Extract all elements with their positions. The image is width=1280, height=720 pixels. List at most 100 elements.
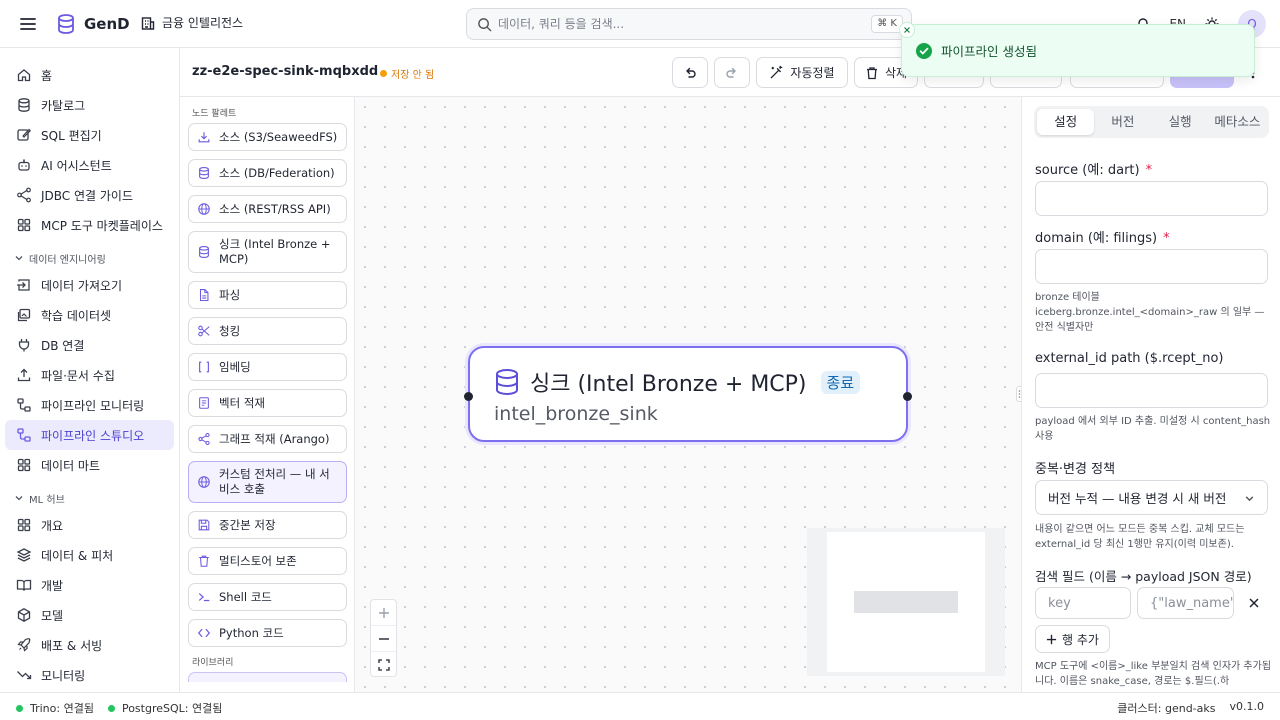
dedup-policy-select[interactable]: 버전 누적 — 내용 변경 시 새 버전 bbox=[1035, 480, 1268, 515]
pipeline-name[interactable]: zz-e2e-spec-sink-mqbxdd bbox=[192, 64, 378, 79]
palette-item-11[interactable]: 멀티스토어 보존 bbox=[188, 547, 347, 575]
palette-item-6[interactable]: 임베딩 bbox=[188, 353, 347, 381]
menu-icon[interactable] bbox=[18, 14, 38, 34]
tab-runs[interactable]: 실행 bbox=[1152, 109, 1209, 135]
section-label: ML 허브 bbox=[29, 494, 65, 506]
app-logo[interactable]: GenD bbox=[56, 13, 130, 35]
workspace-selector[interactable]: 금융 인텔리전스 bbox=[140, 14, 243, 31]
dedup-policy-help: 내용이 같으면 어느 모드든 중복 스킵. 교체 모드는 external_id… bbox=[1035, 524, 1245, 550]
sidebar-item-ml-5[interactable]: 모니터링 bbox=[5, 660, 174, 690]
sidebar-item-ml-1[interactable]: 데이터 & 피처 bbox=[5, 540, 174, 570]
section-label: 데이터 엔지니어링 bbox=[29, 254, 106, 266]
sidebar-item-de-6[interactable]: 데이터 마트 bbox=[5, 450, 174, 480]
trash-icon bbox=[197, 554, 211, 568]
palette-item-1[interactable]: 소스 (DB/Federation) bbox=[188, 159, 347, 187]
pipeline-node-sink[interactable]: 싱크 (Intel Bronze + MCP) 종료 intel_bronze_… bbox=[464, 346, 912, 442]
sidebar-item-top-1[interactable]: 카탈로그 bbox=[5, 90, 174, 120]
domain-input[interactable] bbox=[1035, 249, 1268, 284]
tab-versions[interactable]: 버전 bbox=[1094, 109, 1151, 135]
search-field-key-input[interactable]: key bbox=[1035, 587, 1131, 619]
source-input[interactable] bbox=[1035, 181, 1268, 216]
dedup-policy-label: 중복·변경 정책 bbox=[1035, 462, 1116, 477]
palette-item-8[interactable]: 그래프 적재 (Arango) bbox=[188, 425, 347, 453]
palette-item-2[interactable]: 소스 (REST/RSS API) bbox=[188, 195, 347, 223]
toast-close-button[interactable] bbox=[899, 22, 915, 38]
sidebar-item-ml-3[interactable]: 모델 bbox=[5, 600, 174, 630]
node-input-port[interactable] bbox=[464, 392, 473, 401]
library-item[interactable] bbox=[188, 672, 347, 682]
panel-tabs: 설정 버전 실행 메타소스 bbox=[1034, 106, 1269, 138]
home-icon bbox=[16, 67, 32, 83]
fit-view-button[interactable] bbox=[371, 652, 396, 678]
plus-icon bbox=[1046, 634, 1057, 645]
sidebar-item-ml-0[interactable]: 개요 bbox=[5, 510, 174, 540]
palette-item-label: 커스텀 전처리 — 내 서비스 호출 bbox=[219, 467, 330, 496]
workspace-name: 금융 인텔리전스 bbox=[162, 16, 244, 30]
required-marker: * bbox=[1163, 231, 1170, 246]
tab-metasource[interactable]: 메타소스 bbox=[1209, 109, 1266, 135]
sidebar-item-ml-2[interactable]: 개발 bbox=[5, 570, 174, 600]
sidebar: 홈 카탈로그 SQL 편집기 AI 어시스턴트 JDBC 연결 가이드 MCP 도구 마켓… bbox=[0, 48, 180, 692]
sidebar-item-top-2[interactable]: SQL 편집기 bbox=[5, 120, 174, 150]
sidebar-item-top-3[interactable]: AI 어시스턴트 bbox=[5, 150, 174, 180]
palette-item-4[interactable]: 파싱 bbox=[188, 281, 347, 309]
sidebar-item-top-4[interactable]: JDBC 연결 가이드 bbox=[5, 180, 174, 210]
zoom-in-button[interactable] bbox=[371, 600, 396, 626]
undo-button[interactable] bbox=[672, 57, 708, 88]
sidebar-item-label: 파일·문서 수집 bbox=[41, 368, 115, 383]
redo-button[interactable] bbox=[714, 57, 750, 88]
search-field-path-input[interactable]: {"law_name" bbox=[1137, 587, 1234, 619]
section-ml-hub[interactable]: ML 허브 bbox=[0, 486, 179, 510]
global-search[interactable]: ⌘ K bbox=[466, 8, 912, 40]
sidebar-item-de-2[interactable]: DB 연결 bbox=[5, 330, 174, 360]
unsaved-indicator: 저장 안 됨 bbox=[380, 66, 434, 81]
sidebar-item-top-0[interactable]: 홈 bbox=[5, 60, 174, 90]
palette-item-5[interactable]: 청킹 bbox=[188, 317, 347, 345]
palette-item-12[interactable]: Shell 코드 bbox=[188, 583, 347, 611]
sidebar-item-top-5[interactable]: MCP 도구 마켓플레이스 bbox=[5, 210, 174, 240]
palette-item-label: 청킹 bbox=[219, 323, 241, 338]
palette-item-0[interactable]: 소스 (S3/SeaweedFS) bbox=[188, 123, 347, 151]
auto-layout-button[interactable]: 자동정렬 bbox=[756, 57, 848, 88]
database-icon bbox=[16, 97, 32, 113]
workflow-icon bbox=[16, 397, 32, 413]
palette-item-3[interactable]: 싱크 (Intel Bronze + MCP) bbox=[188, 231, 347, 273]
sidebar-item-de-5[interactable]: 파이프라인 스튜디오 bbox=[5, 420, 174, 450]
sidebar-item-de-3[interactable]: 파일·문서 수집 bbox=[5, 360, 174, 390]
cluster-name: 클러스터: gend-aks bbox=[1117, 702, 1216, 715]
zoom-out-button[interactable] bbox=[371, 626, 396, 652]
sidebar-item-de-0[interactable]: 데이터 가져오기 bbox=[5, 270, 174, 300]
palette-item-label: 파싱 bbox=[219, 287, 241, 302]
chevron-down-icon bbox=[14, 253, 24, 263]
library-title: 라이브러리 bbox=[192, 658, 234, 668]
external-id-label: external_id path ($.rcept_no) bbox=[1035, 351, 1224, 366]
domain-field-label: domain (예: filings) * bbox=[1035, 227, 1170, 246]
pipeline-canvas[interactable]: 싱크 (Intel Bronze + MCP) 종료 intel_bronze_… bbox=[355, 97, 1021, 692]
sidebar-item-ml-4[interactable]: 배포 & 서빙 bbox=[5, 630, 174, 660]
palette-item-label: Shell 코드 bbox=[219, 589, 272, 604]
sidebar-item-de-1[interactable]: 학습 데이터셋 bbox=[5, 300, 174, 330]
section-data-engineering[interactable]: 데이터 엔지니어링 bbox=[0, 246, 179, 270]
palette-item-7[interactable]: 벡터 적재 bbox=[188, 389, 347, 417]
sidebar-item-label: 파이프라인 스튜디오 bbox=[41, 428, 145, 443]
tab-settings[interactable]: 설정 bbox=[1037, 109, 1095, 135]
sidebar-item-de-4[interactable]: 파이프라인 모니터링 bbox=[5, 390, 174, 420]
external-id-input[interactable] bbox=[1035, 373, 1268, 408]
remove-row-icon[interactable] bbox=[1248, 597, 1260, 609]
search-fields-help: MCP 도구에 <이름>_like 부분일치 검색 인자가 추가됩니다. 이름은… bbox=[1035, 661, 1272, 687]
palette-item-13[interactable]: Python 코드 bbox=[188, 619, 347, 647]
trino-status-text: Trino: 연결됨 bbox=[30, 702, 94, 715]
grid-icon bbox=[16, 517, 32, 533]
palette-item-9[interactable]: 커스텀 전처리 — 내 서비스 호출 bbox=[188, 461, 347, 503]
add-row-button[interactable]: 행 추가 bbox=[1035, 625, 1110, 653]
cube-icon bbox=[16, 607, 32, 623]
search-input[interactable] bbox=[498, 17, 858, 31]
node-title: 싱크 (Intel Bronze + MCP) bbox=[530, 372, 807, 397]
node-output-port[interactable] bbox=[903, 392, 912, 401]
dedup-policy-value: 버전 누적 — 내용 변경 시 새 버전 bbox=[1048, 491, 1227, 506]
palette-item-10[interactable]: 중간본 저장 bbox=[188, 511, 347, 539]
status-bar: Trino: 연결됨 PostgreSQL: 연결됨 클러스터: gend-ak… bbox=[0, 692, 1280, 720]
minimap[interactable] bbox=[807, 528, 1005, 676]
save-icon bbox=[197, 518, 211, 532]
code-icon bbox=[197, 626, 211, 640]
